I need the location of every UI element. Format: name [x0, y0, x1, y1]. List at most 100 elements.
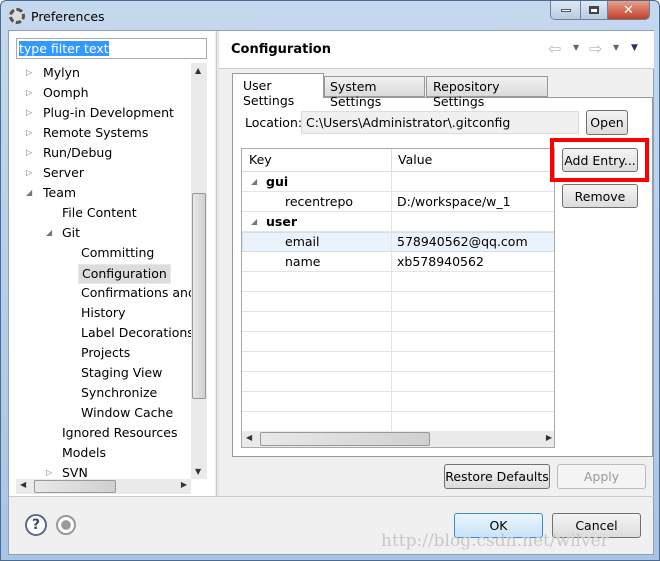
tree-item[interactable]: Staging View [16, 363, 191, 383]
tree-item-label: Oomph [43, 85, 89, 100]
forward-history-dropdown-icon[interactable]: ▼ [613, 43, 619, 52]
collapsed-arrow-icon[interactable]: ▷ [26, 103, 32, 123]
table-section-row[interactable]: ◢ gui [242, 172, 554, 192]
tree-item[interactable]: Models [16, 443, 191, 463]
tree-item-label: File Content [62, 205, 137, 220]
tree-item-label: Git [62, 225, 81, 240]
filter-input[interactable]: type filter text [16, 38, 207, 59]
collapsed-arrow-icon[interactable]: ▷ [26, 83, 32, 103]
scroll-down-icon[interactable]: ▼ [195, 467, 201, 476]
eclipse-gear-icon [9, 8, 25, 24]
tree-item[interactable]: Window Cache [16, 403, 191, 423]
tree-item[interactable]: Committing [16, 243, 191, 263]
tree-item[interactable]: ▷ SVN [16, 463, 191, 479]
tree-item[interactable]: ▷ Plug-in Development [16, 103, 191, 123]
collapsed-arrow-icon[interactable]: ▷ [26, 63, 32, 83]
tree-item[interactable]: ▷ Server [16, 163, 191, 183]
watermark: http://blog.csdn.net/wilver [381, 531, 609, 551]
tree-item[interactable]: Projects [16, 343, 191, 363]
record-macro-icon[interactable] [56, 515, 76, 535]
location-field[interactable]: C:\Users\Administrator\.gitconfig [301, 111, 579, 134]
minimize-icon[interactable] [551, 1, 581, 19]
scroll-up-icon[interactable]: ▲ [195, 66, 201, 75]
tab-system-settings[interactable]: System Settings [324, 76, 425, 109]
tree-item[interactable]: Confirmations and W [16, 283, 191, 303]
sash[interactable] [216, 31, 219, 496]
expanded-arrow-icon[interactable]: ◢ [46, 223, 52, 243]
scroll-thumb[interactable] [260, 432, 430, 446]
scroll-right-icon[interactable]: ▶ [181, 480, 187, 489]
tree-item-label: Server [43, 165, 84, 180]
tree-item-label: SVN [62, 465, 88, 479]
scroll-left-icon[interactable]: ◀ [246, 433, 252, 442]
table-horizontal-scrollbar[interactable]: ◀ ▶ [242, 431, 554, 447]
tab-repository-settings[interactable]: Repository Settings [426, 76, 548, 109]
tree-item-label: History [81, 305, 126, 320]
collapsed-arrow-icon[interactable]: ▷ [26, 163, 32, 183]
preference-tree: ▷ Mylyn ▷ Oomph ▷ Plug-in Development ▷ Remote … [16, 63, 191, 479]
collapsed-arrow-icon[interactable]: ▷ [26, 123, 32, 143]
expanded-arrow-icon[interactable]: ◢ [251, 177, 257, 186]
tree-item-label: Models [62, 445, 107, 460]
tree-item[interactable]: File Content [16, 203, 191, 223]
table-section-row[interactable]: ◢ user [242, 212, 554, 232]
collapsed-arrow-icon[interactable]: ▷ [46, 463, 52, 479]
tree-item[interactable]: ▷ Oomph [16, 83, 191, 103]
table-row[interactable]: name xb578940562 [242, 252, 554, 272]
tree-item[interactable]: ◢ Git [16, 223, 191, 243]
tree-item[interactable]: Label Decorations [16, 323, 191, 343]
scroll-right-icon[interactable]: ▶ [546, 433, 552, 442]
close-icon[interactable]: ✕ [608, 1, 649, 19]
tree-horizontal-scrollbar[interactable]: ◀ ▶ [16, 479, 191, 494]
table-header: Key Value [242, 149, 554, 172]
value-cell: xb578940562 [397, 254, 484, 269]
forward-arrow-icon[interactable]: ⇨ [589, 39, 602, 58]
help-icon[interactable]: ? [25, 514, 47, 536]
key-cell: name [285, 254, 321, 269]
open-button[interactable]: Open [586, 110, 628, 135]
back-history-dropdown-icon[interactable]: ▼ [573, 43, 579, 52]
tree-item[interactable]: Ignored Resources [16, 423, 191, 443]
tree-item[interactable]: Synchronize [16, 383, 191, 403]
add-entry-button[interactable]: Add Entry... [562, 148, 638, 172]
value-cell: D:/workspace/w_1 [397, 194, 511, 209]
tab-user-settings[interactable]: User Settings [232, 73, 324, 108]
expanded-arrow-icon[interactable]: ◢ [26, 183, 32, 203]
scroll-thumb[interactable] [192, 193, 206, 399]
window-title: Preferences [31, 8, 105, 24]
tree-item[interactable]: ▷ Run/Debug [16, 143, 191, 163]
tree-item-label: Synchronize [81, 385, 158, 400]
table-row[interactable]: email 578940562@qq.com [242, 232, 554, 252]
scroll-thumb[interactable] [34, 480, 116, 493]
tree-item[interactable]: ▷ Remote Systems [16, 123, 191, 143]
tree-item-label: Team [43, 185, 77, 200]
tree-item[interactable]: History [16, 303, 191, 323]
restore-defaults-button[interactable]: Restore Defaults [444, 464, 550, 489]
expanded-arrow-icon[interactable]: ◢ [251, 217, 257, 226]
title-bar: Preferences [9, 6, 105, 26]
back-arrow-icon[interactable]: ⇦ [548, 39, 561, 58]
divider [9, 496, 654, 497]
view-menu-icon[interactable]: ▼ [631, 43, 638, 53]
tree-item[interactable]: Configuration [16, 263, 191, 284]
filter-text: type filter text [19, 41, 109, 56]
apply-button: Apply [557, 464, 646, 489]
page-title: Configuration [231, 42, 331, 57]
collapsed-arrow-icon[interactable]: ▷ [26, 143, 32, 163]
table-row[interactable]: recentrepo D:/workspace/w_1 [242, 192, 554, 212]
config-table: Key Value ◢ gui recentrepo D:/workspace/w_1… [241, 148, 555, 448]
tree-item-label: Label Decorations [81, 325, 191, 340]
tree-vertical-scrollbar[interactable]: ▲ ▼ [191, 63, 207, 479]
key-cell: gui [266, 174, 289, 189]
remove-button[interactable]: Remove [562, 184, 638, 208]
preferences-window: Preferences ✕ type filter text ▷ Mylyn ▷ Oo… [0, 0, 660, 561]
tree-item-label: Committing [81, 245, 155, 260]
key-cell: user [266, 214, 297, 229]
maximize-icon[interactable] [581, 1, 608, 19]
tree-item[interactable]: ◢ Team [16, 183, 191, 203]
tree-item-label: Mylyn [43, 65, 80, 80]
column-header-value[interactable]: Value [398, 152, 432, 167]
scroll-left-icon[interactable]: ◀ [20, 480, 26, 489]
column-header-key[interactable]: Key [249, 152, 272, 167]
tree-item[interactable]: ▷ Mylyn [16, 63, 191, 83]
